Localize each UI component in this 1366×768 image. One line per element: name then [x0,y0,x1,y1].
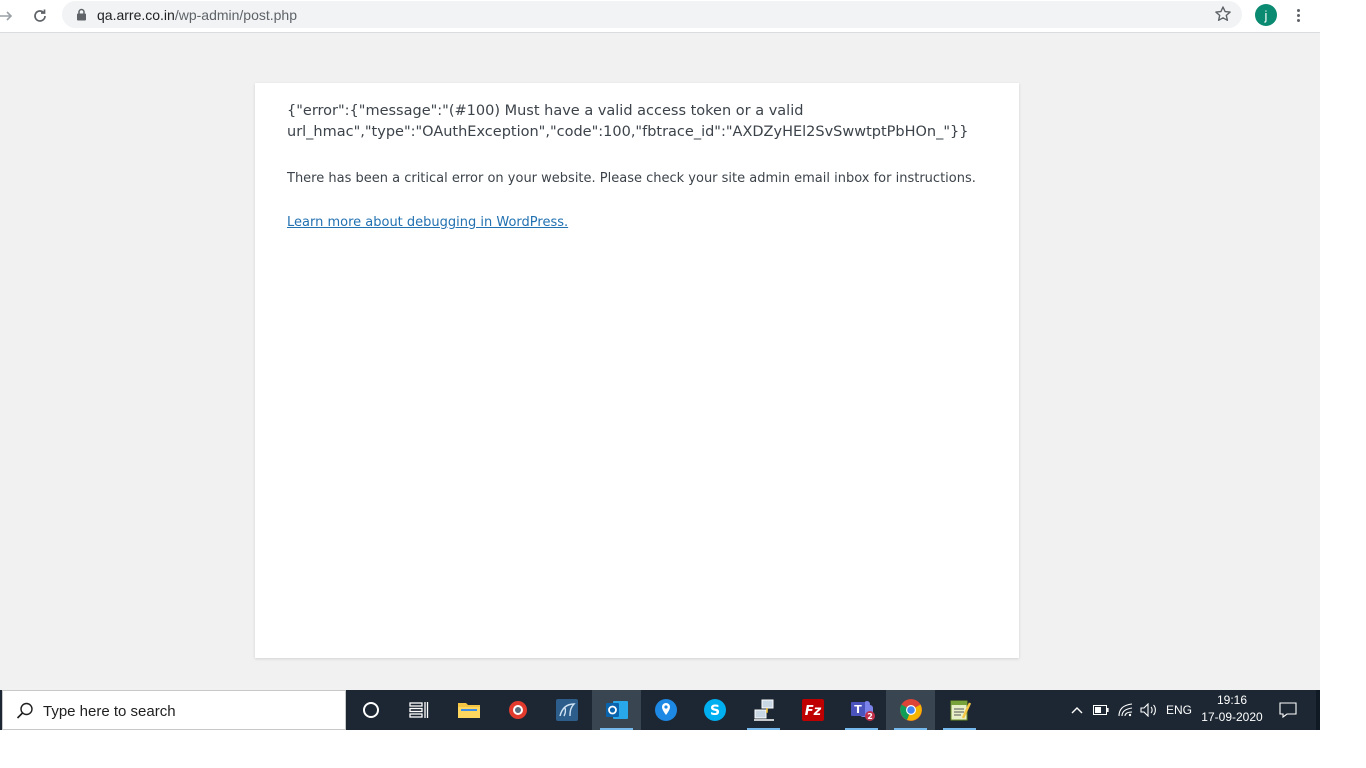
tray-wifi[interactable] [1115,690,1137,730]
network-icon [753,699,774,721]
tray-language[interactable]: ENG [1162,690,1196,730]
taskbar-maps[interactable] [641,690,690,730]
page-content: {"error":{"message":"(#100) Must have a … [0,33,1320,690]
wifi-icon [1118,703,1133,717]
forward-button[interactable] [0,4,18,28]
battery-icon [1093,705,1109,715]
outlook-icon [605,701,628,719]
chevron-up-icon [1071,707,1083,714]
svg-text:Fz: Fz [804,704,821,719]
tray-clock[interactable]: 19:16 17-09-2020 [1197,692,1267,726]
error-json-text: {"error":{"message":"(#100) Must have a … [287,103,969,140]
chrome-icon [899,699,922,721]
critical-error-message: There has been a critical error on your … [287,171,976,186]
notification-icon [1279,702,1297,718]
reload-icon [34,9,46,22]
cortana-circle-icon [362,702,379,718]
browser-toolbar: qa.arre.co.in/wp-admin/post.php j [0,0,1320,33]
debugging-link[interactable]: Learn more about debugging in WordPress. [287,215,568,230]
taskbar-search-box[interactable]: Type here to search [2,690,346,730]
taskbar-chrome[interactable] [886,690,935,730]
tray-overflow-button[interactable] [1066,690,1088,730]
taskbar-settings-app[interactable] [493,690,542,730]
reload-button[interactable] [28,4,52,28]
folder-icon [457,703,480,718]
map-pin-icon [654,699,677,721]
address-bar[interactable]: qa.arre.co.in/wp-admin/post.php [62,1,1242,28]
filezilla-icon: Fz [801,699,824,721]
task-view-icon [408,702,428,718]
tray-battery[interactable] [1090,690,1112,730]
url-text: qa.arre.co.in/wp-admin/post.php [97,7,297,23]
screen: qa.arre.co.in/wp-admin/post.php j {"erro… [0,0,1320,730]
taskbar-skype[interactable]: S [690,690,739,730]
bookmark-star-icon[interactable] [1214,5,1232,23]
speaker-icon [1140,703,1156,717]
red-globe-icon [508,701,527,719]
windows-taskbar: Type here to search S Fz T 2 ENG 19:16 1… [0,690,1320,730]
taskbar-teams[interactable]: T2 [837,690,886,730]
taskbar-mysql-workbench[interactable] [542,690,591,730]
svg-text:S: S [709,703,719,719]
tray-volume[interactable] [1138,690,1160,730]
error-card: {"error":{"message":"(#100) Must have a … [255,83,1019,658]
taskbar-task-view[interactable] [394,690,443,730]
taskbar-filezilla[interactable]: Fz [788,690,837,730]
arrow-right-icon [0,11,13,21]
dolphin-icon [555,699,578,721]
taskbar-file-explorer[interactable] [444,690,493,730]
notepad-icon [950,700,971,721]
svg-text:T: T [854,703,862,716]
profile-avatar[interactable]: j [1255,4,1277,26]
url-host: qa.arre.co.in [97,7,175,23]
url-path: /wp-admin/post.php [174,7,298,23]
taskbar-network-app[interactable] [739,690,788,730]
browser-menu-button[interactable] [1288,5,1308,25]
lock-icon [77,8,86,21]
search-placeholder: Type here to search [43,703,176,720]
action-center-button[interactable] [1276,690,1300,730]
clock-date: 17-09-2020 [1201,710,1263,724]
skype-icon: S [703,699,726,721]
search-icon [16,702,33,719]
teams-icon: T2 [850,701,875,721]
taskbar-notepad[interactable] [935,690,984,730]
teams-badge-count: 2 [867,712,873,721]
taskbar-outlook[interactable] [592,690,641,730]
show-desktop-button[interactable] [1316,690,1320,730]
taskbar-cortana[interactable] [346,690,395,730]
clock-time: 19:16 [1216,693,1248,707]
